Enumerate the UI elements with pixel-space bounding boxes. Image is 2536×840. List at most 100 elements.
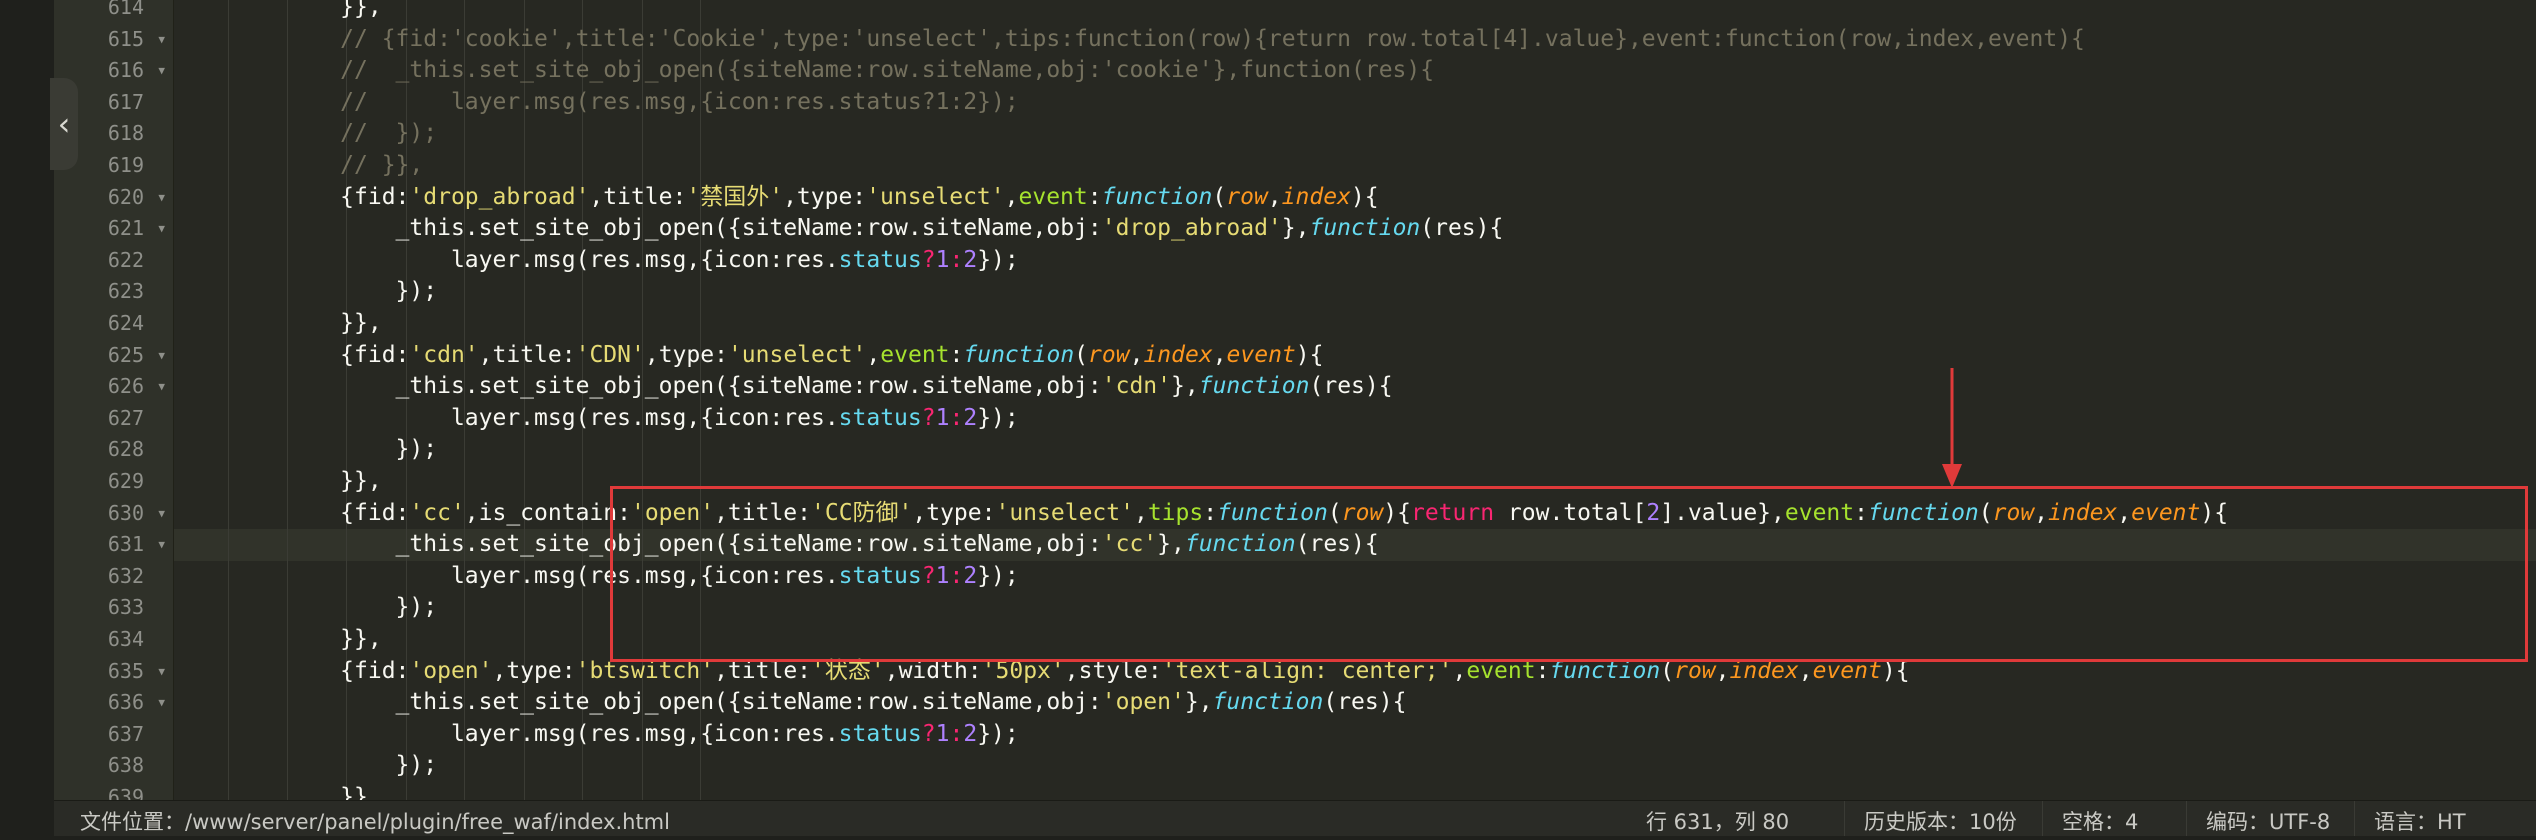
code-token: index — [1281, 183, 1351, 210]
code-line[interactable]: _this.set_site_obj_open({siteName:row.si… — [174, 687, 2536, 719]
code-line[interactable]: }); — [174, 276, 2536, 308]
code-token: , — [1004, 183, 1019, 210]
fold-toggle-icon[interactable]: ▼ — [158, 371, 165, 403]
code-token: , — [1212, 341, 1227, 368]
indent-guide — [524, 118, 525, 150]
code-token: , — [1267, 183, 1282, 210]
indent-guide — [524, 750, 525, 782]
code-token: 1 — [935, 720, 950, 747]
code-token: ,type: — [492, 657, 576, 684]
code-token: // }); — [174, 120, 438, 147]
fold-toggle-icon[interactable]: ▼ — [158, 55, 165, 87]
indent-guide — [700, 750, 701, 782]
code-line[interactable]: layer.msg(res.msg,{icon:res.status?1:2})… — [174, 244, 2536, 277]
status-divider — [2354, 801, 2355, 836]
code-line[interactable]: layer.msg(res.msg,{icon:res.status?1:2})… — [174, 718, 2536, 751]
indent-guide — [464, 624, 465, 656]
indent-guide — [464, 308, 465, 340]
fold-toggle-icon[interactable]: ▼ — [158, 340, 165, 372]
line-number-text: 632 — [107, 563, 144, 588]
code-line-text: _this.set_site_obj_open({siteName:row.si… — [174, 213, 1504, 245]
line-number-text: 619 — [107, 153, 144, 177]
indent-guide — [582, 750, 583, 782]
code-token: 2 — [963, 404, 978, 431]
code-token: 'cdn' — [1101, 373, 1172, 400]
code-token: (res){ — [1309, 373, 1393, 400]
code-line[interactable]: {fid:'cdn',title:'CDN',type:'unselect',e… — [174, 339, 2536, 372]
indent-guide — [524, 592, 525, 624]
fold-toggle-icon[interactable]: ▼ — [158, 529, 165, 561]
code-line[interactable]: _this.set_site_obj_open({siteName:row.si… — [174, 213, 2536, 245]
code-token: ? — [921, 404, 936, 431]
line-number: 623 — [54, 276, 173, 308]
code-token: }); — [977, 246, 1019, 273]
code-line[interactable]: // _this.set_site_obj_open({siteName:row… — [174, 55, 2536, 87]
line-number-text: 635 — [107, 658, 144, 683]
code-token: }}, — [174, 626, 382, 652]
line-number: 621 ▼ — [54, 213, 173, 245]
code-token: ,type: — [644, 341, 728, 368]
indent-guide — [642, 308, 643, 340]
code-line-text: layer.msg(res.msg,{icon:res.status?1:2})… — [174, 403, 1019, 435]
indent-guide — [700, 782, 701, 800]
fold-toggle-icon[interactable]: ▼ — [158, 656, 165, 688]
indent-guide — [582, 276, 583, 308]
code-token: 'unselect' — [866, 183, 1005, 210]
indent-guide — [524, 466, 525, 498]
line-number-text: 638 — [107, 753, 144, 778]
code-line[interactable]: }}, — [174, 0, 2536, 24]
line-number: 622 — [54, 245, 173, 277]
line-number: 639 — [54, 782, 173, 800]
code-line[interactable]: // }}, — [174, 150, 2536, 182]
line-number: 614 — [54, 0, 173, 24]
fold-toggle-icon[interactable]: ▼ — [158, 498, 165, 530]
code-token: 1 — [935, 246, 950, 273]
code-token: ? — [921, 720, 936, 747]
indent-guide — [642, 434, 643, 466]
code-line[interactable]: layer.msg(res.msg,{icon:res.status?1:2})… — [174, 402, 2536, 435]
indent-guide — [406, 624, 407, 656]
code-editor[interactable]: 614 615 ▼ 616 ▼ 617 618 619 620 ▼ 621 ▼ 622 623 624 625… — [54, 0, 2536, 800]
indent-guide — [642, 150, 643, 182]
indent-guide — [524, 782, 525, 800]
code-token: 'unselect' — [727, 341, 867, 368]
indent-guide — [524, 308, 525, 340]
code-area[interactable]: }}, // {fid:'cookie',title:'Cookie',type… — [174, 0, 2536, 800]
code-line[interactable]: // layer.msg(res.msg,{icon:res.status?1:… — [174, 86, 2536, 119]
code-token: }, — [1171, 373, 1199, 400]
indent-guide — [464, 782, 465, 800]
fold-toggle-icon[interactable]: ▼ — [158, 182, 165, 214]
code-token: ,title: — [478, 341, 576, 368]
code-line[interactable]: {fid:'drop_abroad',title:'禁国外',type:'uns… — [174, 181, 2536, 214]
indent-guide — [642, 782, 643, 800]
code-line[interactable]: }); — [174, 434, 2536, 466]
code-token: function — [1309, 215, 1421, 242]
code-line[interactable]: // {fid:'cookie',title:'Cookie',type:'un… — [174, 23, 2536, 56]
indent-guide — [642, 750, 643, 782]
code-line[interactable]: // }); — [174, 118, 2536, 150]
code-token: }); — [174, 752, 438, 779]
code-line[interactable]: _this.set_site_obj_open({siteName:row.si… — [174, 371, 2536, 403]
code-token: event — [1018, 183, 1088, 210]
code-line[interactable]: }}, — [174, 308, 2536, 340]
code-line-text: }); — [174, 434, 438, 466]
indent-guide — [524, 150, 525, 182]
code-token: }, — [1184, 689, 1213, 716]
fold-toggle-icon[interactable]: ▼ — [158, 687, 165, 719]
code-line[interactable]: }}, — [174, 782, 2536, 800]
code-token: status — [838, 404, 922, 431]
code-line-text: }}, — [174, 782, 382, 800]
code-line[interactable]: }); — [174, 750, 2536, 782]
indent-guide — [406, 308, 407, 340]
code-token: 'cc' — [409, 499, 465, 526]
code-token: : — [1087, 183, 1102, 210]
fold-toggle-icon[interactable]: ▼ — [158, 24, 165, 56]
indent-guide — [406, 0, 407, 24]
indent-guide — [582, 782, 583, 800]
code-token: event — [880, 341, 950, 368]
indent-guide — [406, 782, 407, 800]
collapse-sidebar-button[interactable]: ‹ — [50, 78, 78, 170]
fold-toggle-icon[interactable]: ▼ — [158, 213, 165, 245]
line-number-text: 627 — [107, 405, 144, 430]
line-number-text: 616 — [107, 58, 144, 83]
